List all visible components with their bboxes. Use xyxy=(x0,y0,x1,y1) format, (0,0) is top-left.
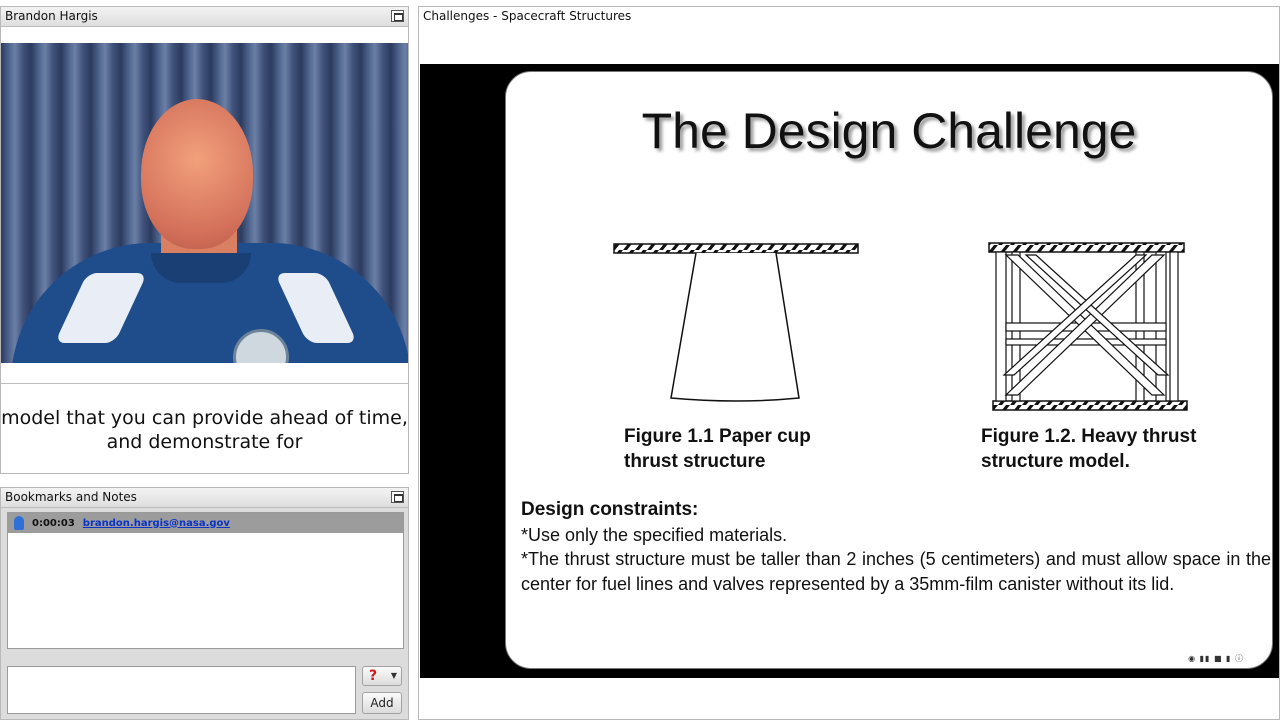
video-maximize-icon[interactable] xyxy=(391,10,404,22)
bookmark-item[interactable]: 0:00:03 brandon.hargis@nasa.gov xyxy=(8,513,403,533)
slide-panel-title: Challenges - Spacecraft Structures xyxy=(419,7,1279,27)
bookmark-list[interactable]: 0:00:03 brandon.hargis@nasa.gov xyxy=(7,512,404,649)
bookmarks-maximize-icon[interactable] xyxy=(391,491,404,503)
bookmark-author-link[interactable]: brandon.hargis@nasa.gov xyxy=(83,518,230,529)
constraint-item: *Use only the specified materials. xyxy=(521,524,788,545)
figure-2-caption: Figure 1.2. Heavy thrust structure model… xyxy=(981,426,1197,472)
constraints-heading: Design constraints: xyxy=(521,499,699,520)
help-icon: ? xyxy=(369,668,378,684)
design-constraints: Design constraints: *Use only the specif… xyxy=(521,498,1271,596)
thrust-structure-figure xyxy=(988,242,1188,411)
speaker-head xyxy=(141,99,253,249)
slide: The Design Challenge Figure 1.1 Paper cu… xyxy=(505,71,1273,669)
add-note-button[interactable]: Add xyxy=(362,692,402,714)
slide-title: The Design Challenge xyxy=(641,103,1137,159)
note-input[interactable] xyxy=(7,666,356,714)
slide-area: The Design Challenge Figure 1.1 Paper cu… xyxy=(420,64,1279,678)
constraint-item: *The thrust structure must be taller tha… xyxy=(521,549,1271,594)
bookmarks-panel: Bookmarks and Notes 0:00:03 brandon.harg… xyxy=(0,487,409,720)
video-panel: Brandon Hargis model that you can provid… xyxy=(0,6,409,474)
help-dropdown-button[interactable]: ? ▼ xyxy=(362,666,402,686)
player-controls-icon[interactable]: ◉ ▮▮ ■ ▮ ⓘ xyxy=(1188,653,1244,664)
bookmark-icon xyxy=(14,516,24,530)
video-panel-title: Brandon Hargis xyxy=(1,7,408,27)
figure-1-caption: Figure 1.1 Paper cup thrust structure xyxy=(624,426,811,472)
paper-cup-figure xyxy=(613,243,859,402)
closed-caption: model that you can provide ahead of time… xyxy=(1,383,408,473)
bookmarks-panel-title: Bookmarks and Notes xyxy=(1,488,408,508)
speaker-video xyxy=(1,43,408,363)
slide-panel: Challenges - Spacecraft Structures The D… xyxy=(418,6,1280,720)
chevron-down-icon: ▼ xyxy=(390,671,397,680)
bookmark-time[interactable]: 0:00:03 xyxy=(32,518,75,529)
